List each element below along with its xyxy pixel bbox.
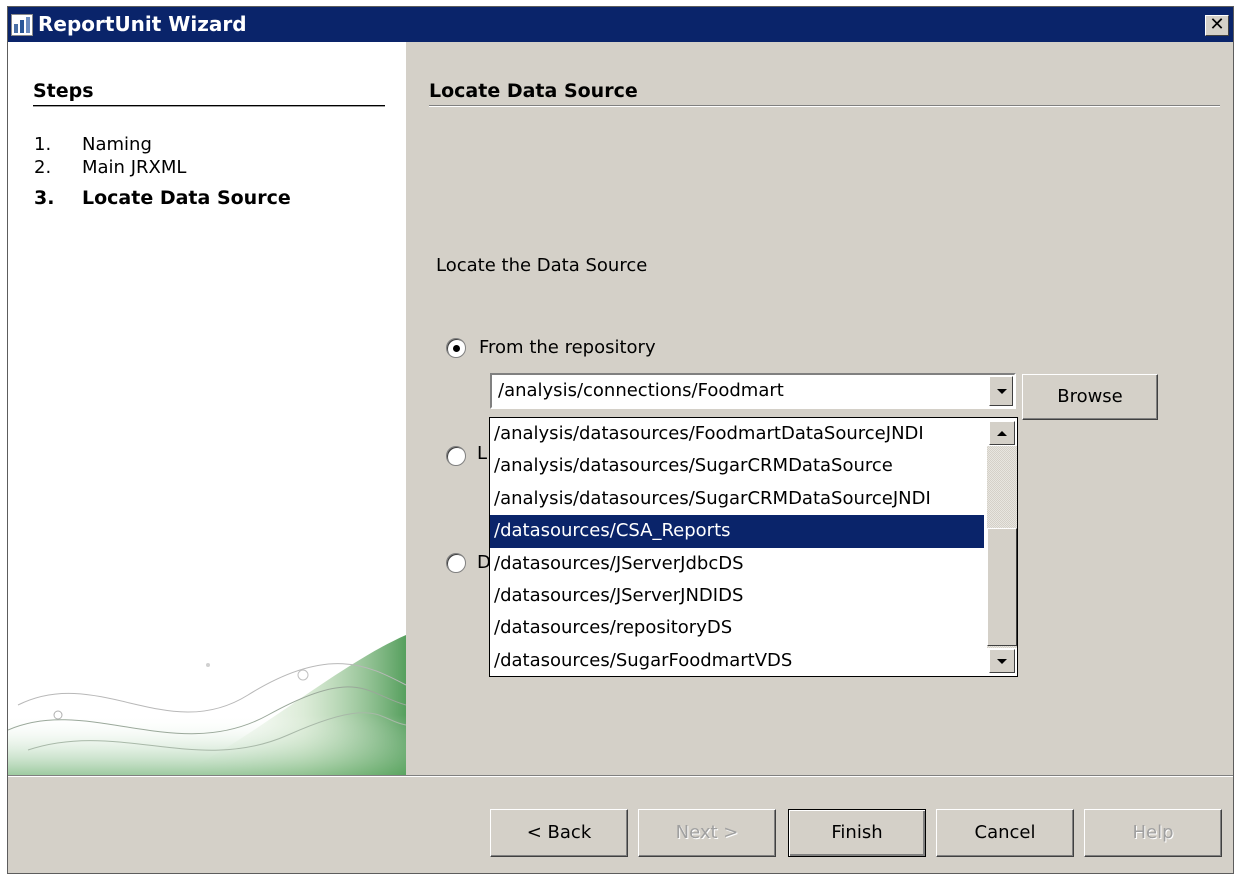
scrollbar-thumb[interactable] — [987, 528, 1017, 646]
datasource-combo[interactable]: /analysis/connections/Foodmart — [490, 373, 1016, 409]
step-item: 2. Main JRXML — [34, 157, 186, 179]
radio-from-repository[interactable] — [446, 338, 466, 358]
radio-selected-dot — [453, 345, 460, 352]
next-button[interactable]: Next > — [638, 809, 776, 857]
dropdown-item[interactable]: /datasources/JServerJdbcDS — [490, 548, 984, 580]
radio-option-3[interactable] — [446, 553, 466, 573]
title-divider — [429, 105, 1220, 107]
app-icon — [11, 14, 33, 36]
scroll-up-button[interactable] — [989, 421, 1015, 445]
radio-label-from-repository: From the repository — [479, 337, 656, 358]
footer-divider — [8, 775, 1233, 777]
help-button[interactable]: Help — [1084, 809, 1222, 857]
step-label: Locate Data Source — [82, 187, 291, 209]
radio-label-option-2: L — [477, 443, 488, 464]
step-number: 2. — [34, 157, 52, 178]
step-item: 1. Naming — [34, 134, 152, 156]
step-label: Naming — [82, 134, 152, 155]
dropdown-items: /analysis/datasources/FoodmartDataSource… — [490, 418, 984, 676]
chevron-down-icon — [997, 389, 1007, 394]
step-label: Main JRXML — [82, 157, 187, 178]
wizard-window: ReportUnit Wizard ✕ Steps 1. Naming 2. Mai… — [7, 6, 1234, 874]
dropdown-item[interactable]: /analysis/datasources/FoodmartDataSource… — [490, 418, 984, 450]
arrow-down-icon — [997, 659, 1007, 664]
browse-button[interactable]: Browse — [1022, 374, 1158, 420]
dropdown-item[interactable]: /datasources/JServerJNDIDS — [490, 580, 984, 612]
dropdown-item-selected[interactable]: /datasources/CSA_Reports — [490, 515, 984, 548]
steps-divider — [33, 105, 385, 107]
step-item-current: 3. Locate Data Source — [34, 187, 291, 209]
step-number: 3. — [34, 187, 55, 209]
dropdown-scrollbar[interactable] — [987, 418, 1017, 676]
steps-panel: Steps 1. Naming 2. Main JRXML 3. Locate Dat… — [8, 42, 406, 775]
dropdown-item[interactable]: /analysis/datasources/SugarCRMDataSource — [490, 450, 984, 482]
window-title: ReportUnit Wizard — [38, 12, 247, 36]
title-bar[interactable]: ReportUnit Wizard ✕ — [8, 7, 1233, 42]
step-number: 1. — [34, 134, 52, 155]
dropdown-item[interactable]: /analysis/datasources/SugarCRMDataSource… — [490, 483, 984, 515]
dropdown-item[interactable]: /datasources/repositoryDS — [490, 612, 984, 644]
combo-value: /analysis/connections/Foodmart — [498, 380, 784, 401]
combo-dropdown-button[interactable] — [989, 376, 1013, 406]
scroll-down-button[interactable] — [989, 649, 1015, 673]
close-button[interactable]: ✕ — [1205, 15, 1229, 36]
decorative-swirl-graphic — [8, 635, 406, 775]
finish-button[interactable]: Finish — [788, 809, 926, 857]
instruction-text: Locate the Data Source — [436, 255, 648, 276]
back-button[interactable]: < Back — [490, 809, 628, 857]
page-title: Locate Data Source — [429, 80, 638, 102]
arrow-up-icon — [997, 431, 1007, 436]
steps-heading: Steps — [33, 80, 94, 102]
cancel-button[interactable]: Cancel — [936, 809, 1074, 857]
datasource-dropdown-list[interactable]: /analysis/datasources/FoodmartDataSource… — [489, 417, 1018, 677]
radio-option-2[interactable] — [446, 446, 466, 466]
dropdown-item[interactable]: /datasources/SugarFoodmartVDS — [490, 645, 984, 676]
